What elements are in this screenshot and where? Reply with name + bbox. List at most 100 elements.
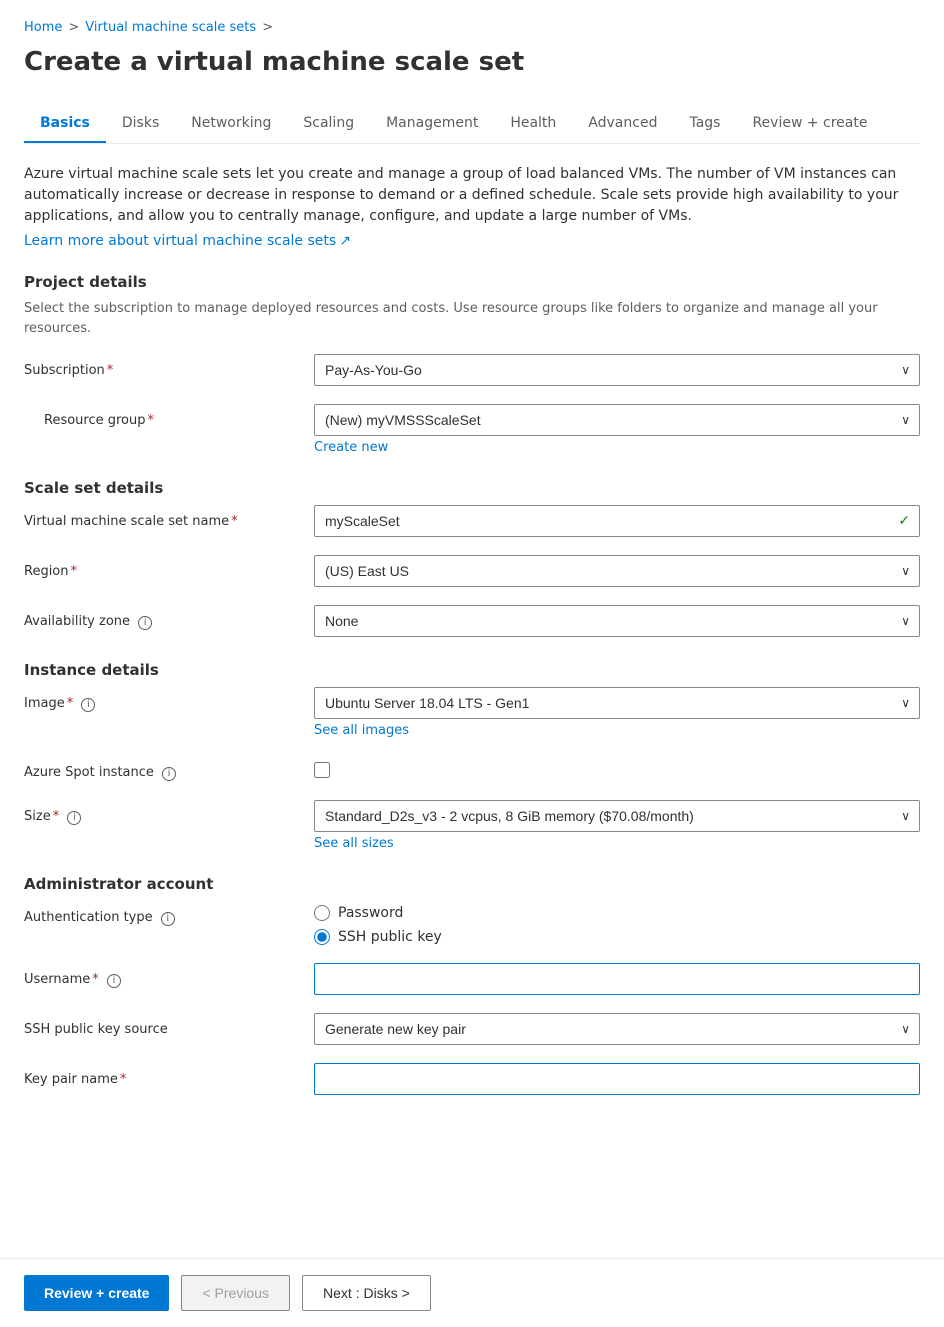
tab-basics[interactable]: Basics xyxy=(24,105,106,143)
vm-name-row: Virtual machine scale set name* ✓ xyxy=(24,505,920,537)
create-new-link[interactable]: Create new xyxy=(314,440,920,455)
username-input[interactable] xyxy=(314,963,920,995)
auth-password-option[interactable]: Password xyxy=(314,905,920,921)
key-pair-input[interactable] xyxy=(314,1063,920,1095)
review-create-button[interactable]: Review + create xyxy=(24,1275,169,1311)
resource-group-select[interactable]: (New) myVMSSScaleSet xyxy=(314,404,920,436)
tab-health[interactable]: Health xyxy=(494,105,572,143)
image-select[interactable]: Ubuntu Server 18.04 LTS - Gen1 xyxy=(314,687,920,719)
auth-type-row: Authentication type i Password SSH publi… xyxy=(24,901,920,945)
tabs-container: Basics Disks Networking Scaling Manageme… xyxy=(24,105,920,144)
key-pair-row: Key pair name* xyxy=(24,1063,920,1095)
auth-ssh-option[interactable]: SSH public key xyxy=(314,929,920,945)
next-button[interactable]: Next : Disks > xyxy=(302,1275,431,1311)
breadcrumb: Home > Virtual machine scale sets > xyxy=(24,20,920,35)
ssh-source-control: Generate new key pair ∨ xyxy=(314,1013,920,1045)
auth-ssh-label: SSH public key xyxy=(338,929,442,945)
breadcrumb-vmss[interactable]: Virtual machine scale sets xyxy=(85,20,256,35)
project-details-desc: Select the subscription to manage deploy… xyxy=(24,299,920,338)
image-select-wrapper: Ubuntu Server 18.04 LTS - Gen1 ∨ xyxy=(314,687,920,719)
subscription-label: Subscription* xyxy=(24,354,314,380)
size-select[interactable]: Standard_D2s_v3 - 2 vcpus, 8 GiB memory … xyxy=(314,800,920,832)
page-description: Azure virtual machine scale sets let you… xyxy=(24,164,920,227)
tab-review[interactable]: Review + create xyxy=(736,105,883,143)
auth-type-control: Password SSH public key xyxy=(314,901,920,945)
tab-management[interactable]: Management xyxy=(370,105,494,143)
region-select[interactable]: (US) East US xyxy=(314,555,920,587)
availability-zone-label: Availability zone i xyxy=(24,605,314,631)
availability-zone-info-icon: i xyxy=(138,616,152,630)
availability-zone-row: Availability zone i None ∨ xyxy=(24,605,920,637)
auth-ssh-radio[interactable] xyxy=(314,929,330,945)
vm-name-validated-wrapper: ✓ xyxy=(314,505,920,537)
resource-group-label: Resource group* xyxy=(24,404,314,430)
username-row: Username* i xyxy=(24,963,920,995)
image-info-icon: i xyxy=(81,698,95,712)
image-label: Image* i xyxy=(24,687,314,713)
resource-group-row: Resource group* (New) myVMSSScaleSet ∨ C… xyxy=(24,404,920,455)
project-details-title: Project details xyxy=(24,273,920,291)
image-row: Image* i Ubuntu Server 18.04 LTS - Gen1 … xyxy=(24,687,920,738)
resource-group-select-wrapper: (New) myVMSSScaleSet ∨ xyxy=(314,404,920,436)
auth-password-radio[interactable] xyxy=(314,905,330,921)
username-info-icon: i xyxy=(107,974,121,988)
auth-type-label: Authentication type i xyxy=(24,901,314,927)
availability-zone-select[interactable]: None xyxy=(314,605,920,637)
username-label: Username* i xyxy=(24,963,314,989)
image-control: Ubuntu Server 18.04 LTS - Gen1 ∨ See all… xyxy=(314,687,920,738)
key-pair-label: Key pair name* xyxy=(24,1063,314,1089)
size-label: Size* i xyxy=(24,800,314,826)
previous-button[interactable]: < Previous xyxy=(181,1275,290,1311)
see-all-images-link[interactable]: See all images xyxy=(314,723,920,738)
subscription-control: Pay-As-You-Go ∨ xyxy=(314,354,920,386)
see-all-sizes-link[interactable]: See all sizes xyxy=(314,836,920,851)
size-info-icon: i xyxy=(67,811,81,825)
region-row: Region* (US) East US ∨ xyxy=(24,555,920,587)
auth-type-radio-group: Password SSH public key xyxy=(314,901,920,945)
region-select-wrapper: (US) East US ∨ xyxy=(314,555,920,587)
ssh-source-select-wrapper: Generate new key pair ∨ xyxy=(314,1013,920,1045)
auth-type-info-icon: i xyxy=(161,912,175,926)
size-control: Standard_D2s_v3 - 2 vcpus, 8 GiB memory … xyxy=(314,800,920,851)
spot-instance-label: Azure Spot instance i xyxy=(24,756,314,782)
spot-instance-row: Azure Spot instance i xyxy=(24,756,920,782)
vm-name-control: ✓ xyxy=(314,505,920,537)
username-control xyxy=(314,963,920,995)
key-pair-control xyxy=(314,1063,920,1095)
region-label: Region* xyxy=(24,555,314,581)
size-row: Size* i Standard_D2s_v3 - 2 vcpus, 8 GiB… xyxy=(24,800,920,851)
ssh-source-row: SSH public key source Generate new key p… xyxy=(24,1013,920,1045)
vm-name-input[interactable] xyxy=(314,505,920,537)
check-icon: ✓ xyxy=(898,513,910,529)
tab-scaling[interactable]: Scaling xyxy=(287,105,370,143)
learn-more-link[interactable]: Learn more about virtual machine scale s… xyxy=(24,233,351,249)
tab-tags[interactable]: Tags xyxy=(673,105,736,143)
vm-name-label: Virtual machine scale set name* xyxy=(24,505,314,531)
tab-networking[interactable]: Networking xyxy=(175,105,287,143)
resource-group-control: (New) myVMSSScaleSet ∨ Create new xyxy=(314,404,920,455)
footer: Review + create < Previous Next : Disks … xyxy=(0,1258,944,1327)
breadcrumb-sep1: > xyxy=(68,20,79,35)
auth-password-label: Password xyxy=(338,905,403,921)
page-title: Create a virtual machine scale set xyxy=(24,47,920,77)
region-control: (US) East US ∨ xyxy=(314,555,920,587)
breadcrumb-home[interactable]: Home xyxy=(24,20,62,35)
breadcrumb-sep2: > xyxy=(262,20,273,35)
availability-zone-select-wrapper: None ∨ xyxy=(314,605,920,637)
instance-details-title: Instance details xyxy=(24,661,920,679)
external-link-icon: ↗ xyxy=(339,233,351,249)
availability-zone-control: None ∨ xyxy=(314,605,920,637)
spot-instance-control xyxy=(314,756,920,778)
tab-disks[interactable]: Disks xyxy=(106,105,175,143)
subscription-row: Subscription* Pay-As-You-Go ∨ xyxy=(24,354,920,386)
scale-set-details-title: Scale set details xyxy=(24,479,920,497)
subscription-select[interactable]: Pay-As-You-Go xyxy=(314,354,920,386)
size-select-wrapper: Standard_D2s_v3 - 2 vcpus, 8 GiB memory … xyxy=(314,800,920,832)
subscription-select-wrapper: Pay-As-You-Go ∨ xyxy=(314,354,920,386)
spot-info-icon: i xyxy=(162,767,176,781)
spot-checkbox[interactable] xyxy=(314,762,330,778)
tab-advanced[interactable]: Advanced xyxy=(572,105,673,143)
admin-account-title: Administrator account xyxy=(24,875,920,893)
ssh-source-select[interactable]: Generate new key pair xyxy=(314,1013,920,1045)
spot-checkbox-wrapper xyxy=(314,756,920,778)
